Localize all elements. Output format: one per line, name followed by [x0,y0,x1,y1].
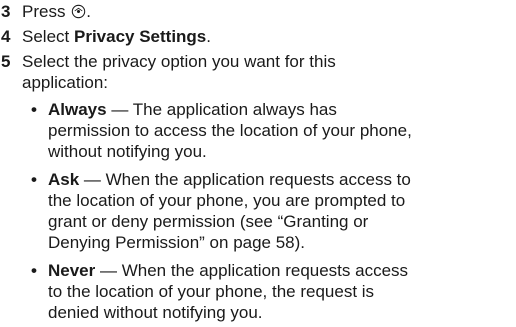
option-description: Ask — When the application requests acce… [48,169,503,253]
step-text: Select the privacy option you want for t… [22,51,492,93]
select-key-icon [72,4,86,19]
step-3-trailing: . [86,2,91,21]
step-text: Press . [22,1,492,22]
option-line: grant or deny permission (see “Granting … [48,212,369,231]
privacy-settings-label: Privacy Settings [73,27,207,46]
option-text: — When the application requests access t… [79,170,411,189]
step-4-suffix: . [206,27,211,46]
option-line: denied without notifying you. [48,303,263,322]
step-3-text: Press [22,2,66,21]
option-line: without notifying you. [48,142,207,161]
option-line: permission to access the location of you… [48,121,412,140]
option-line: the location of your phone, you are prom… [48,191,406,210]
option-term: Always [48,100,107,119]
bullet-icon: • [31,261,37,280]
bullet-icon: • [31,170,37,189]
option-term: Ask [48,170,80,189]
step-4-prefix: Select [22,27,74,46]
step-5-line-2: application: [22,73,109,92]
step-number: 4 [1,27,11,46]
option-term: Never [48,261,96,280]
bullet-icon: • [31,100,37,119]
option-text: — The application always has [106,100,337,119]
step-number: 3 [1,2,11,21]
option-text: — When the application requests access [95,261,409,280]
step-5-line-1: Select the privacy option you want for t… [22,52,336,71]
step-number: 5 [1,52,11,71]
option-line: to the location of your phone, the reque… [48,282,375,301]
manual-page: 3 Press . 4 Select Privacy Settings. 5 S… [0,0,516,327]
option-description: Always — The application always has perm… [48,99,503,162]
step-text: Select Privacy Settings. [22,26,492,47]
option-line: Denying Permission” on page 58). [48,233,306,252]
option-description: Never — When the application requests ac… [48,260,503,323]
